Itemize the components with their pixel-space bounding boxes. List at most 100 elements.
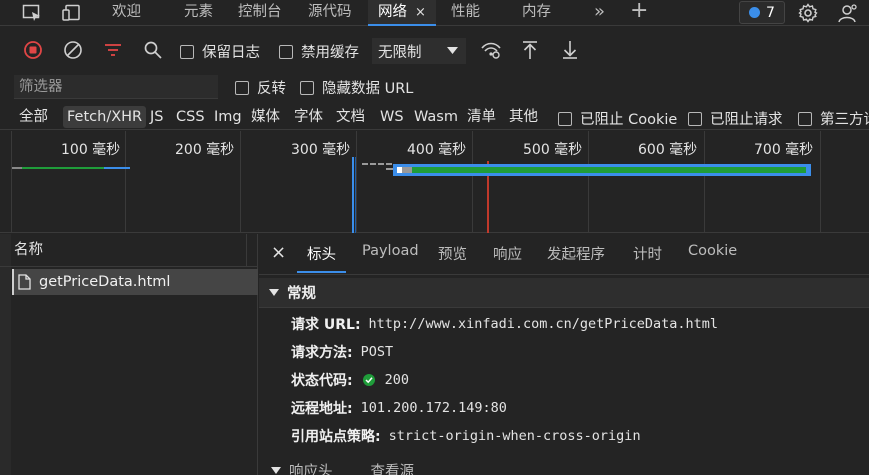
timeline-gridline xyxy=(588,131,589,233)
general-section-header[interactable]: 常规 xyxy=(259,278,869,308)
close-detail-icon[interactable]: × xyxy=(271,242,286,272)
status-code-label: 状态代码: xyxy=(291,373,353,389)
timeline-gridline xyxy=(472,131,473,233)
resource-type-filter: 全部 Fetch/XHR JS CSS Img 媒体 字体 文档 WS Wasm… xyxy=(0,104,869,130)
filter-icon[interactable] xyxy=(100,37,126,63)
type-img[interactable]: Img xyxy=(210,106,246,128)
referrer-policy-label: 引用站点策略: xyxy=(291,429,381,445)
tab-elements[interactable]: 元素 xyxy=(184,0,213,26)
type-wasm[interactable]: Wasm xyxy=(410,106,462,128)
type-media[interactable]: 媒体 xyxy=(247,106,284,128)
view-source-link[interactable]: 查看源 xyxy=(371,460,415,475)
preserve-log-checkbox[interactable]: 保留日志 xyxy=(180,41,260,62)
customize-devtools-icon[interactable] xyxy=(836,2,860,24)
status-ok-icon xyxy=(362,374,375,386)
type-fetch-xhr[interactable]: Fetch/XHR xyxy=(63,106,147,128)
throttling-select[interactable]: 无限制 xyxy=(372,38,466,64)
expand-triangle-icon xyxy=(269,289,279,296)
settings-gear-icon[interactable] xyxy=(796,2,820,24)
close-tab-icon[interactable]: × xyxy=(415,5,426,20)
request-method-row: 请求方法: POST xyxy=(291,342,393,362)
request-timing-bar xyxy=(402,167,412,173)
type-all[interactable]: 全部 xyxy=(15,106,52,128)
blocked-requests-checkbox[interactable]: 已阻止请求 xyxy=(688,108,783,129)
request-row[interactable]: getPriceData.html xyxy=(12,269,258,295)
type-manifest[interactable]: 清单 xyxy=(463,106,500,128)
third-party-label: 第三方请 xyxy=(820,112,869,128)
timeline-tick-label: 100 毫秒 xyxy=(61,142,121,158)
timeline-bar xyxy=(12,167,22,169)
tab-initiator[interactable]: 发起程序 xyxy=(547,243,605,273)
filter-row: 反转 隐藏数据 URL xyxy=(0,74,869,100)
hide-data-url-box[interactable] xyxy=(300,80,314,95)
column-divider[interactable] xyxy=(246,234,247,267)
issues-count: 7 xyxy=(766,4,775,21)
timeline-gridline xyxy=(356,131,357,233)
tab-network[interactable]: 网络 × xyxy=(368,0,436,26)
tab-console[interactable]: 控制台 xyxy=(238,0,282,26)
inspect-element-icon[interactable] xyxy=(20,2,44,24)
add-tab-icon[interactable]: + xyxy=(630,0,648,24)
dom-content-loaded-marker xyxy=(352,157,354,233)
tab-welcome[interactable]: 欢迎 xyxy=(112,0,141,26)
timeline-gridline xyxy=(125,131,126,233)
tab-response[interactable]: 响应 xyxy=(493,243,522,273)
device-toolbar-icon[interactable] xyxy=(60,2,84,24)
filter-input[interactable] xyxy=(14,75,218,99)
search-icon[interactable] xyxy=(140,37,166,63)
hide-data-url-checkbox[interactable]: 隐藏数据 URL xyxy=(300,77,413,98)
response-headers-section-header[interactable]: 响应头 查看源 xyxy=(259,460,869,475)
type-other[interactable]: 其他 xyxy=(505,106,542,128)
tab-sources[interactable]: 源代码 xyxy=(308,0,352,26)
more-tabs-icon[interactable]: » xyxy=(594,0,605,25)
tab-performance[interactable]: 性能 xyxy=(451,0,480,26)
throttling-value: 无限制 xyxy=(378,44,422,61)
clear-log-icon[interactable] xyxy=(60,37,86,63)
response-headers-title: 响应头 xyxy=(289,463,333,475)
type-js[interactable]: JS xyxy=(146,106,167,128)
timeline-tick-label: 300 毫秒 xyxy=(291,142,351,158)
tab-headers[interactable]: 标头 xyxy=(297,243,346,273)
remote-address-label: 远程地址: xyxy=(291,401,353,417)
blocked-cookies-checkbox[interactable]: 已阻止 Cookie xyxy=(558,108,677,129)
timeline-bar xyxy=(104,167,130,169)
request-name: getPriceData.html xyxy=(39,274,171,290)
stop-recording-icon[interactable] xyxy=(20,37,46,63)
type-doc[interactable]: 文档 xyxy=(332,106,369,128)
import-har-icon[interactable] xyxy=(517,37,543,63)
tab-timing[interactable]: 计时 xyxy=(633,243,662,273)
export-har-icon[interactable] xyxy=(557,37,583,63)
tab-cookies[interactable]: Cookie xyxy=(688,243,737,273)
tab-payload[interactable]: Payload xyxy=(362,243,419,273)
timeline-overview[interactable]: 100 毫秒 200 毫秒 300 毫秒 400 毫秒 500 毫秒 600 毫… xyxy=(0,131,869,233)
blocked-requests-label: 已阻止请求 xyxy=(710,112,783,128)
disable-cache-box[interactable] xyxy=(279,44,293,59)
timeline-gridline xyxy=(820,131,821,233)
column-header-name[interactable]: 名称 xyxy=(0,234,257,267)
hide-data-url-label: 隐藏数据 URL xyxy=(322,81,414,97)
tab-memory[interactable]: 内存 xyxy=(522,0,551,26)
request-list: 名称 getPriceData.html xyxy=(0,234,258,475)
type-ws[interactable]: WS xyxy=(376,106,408,128)
blocked-requests-box[interactable] xyxy=(688,111,702,126)
blocked-cookies-label: 已阻止 Cookie xyxy=(580,112,678,128)
third-party-box[interactable] xyxy=(798,111,812,126)
network-toolbar: 保留日志 禁用缓存 无限制 xyxy=(0,33,869,67)
type-font[interactable]: 字体 xyxy=(290,106,327,128)
disable-cache-checkbox[interactable]: 禁用缓存 xyxy=(279,41,359,62)
third-party-checkbox[interactable]: 第三方请 xyxy=(798,108,869,129)
invert-box[interactable] xyxy=(235,80,249,95)
document-icon xyxy=(18,274,31,290)
type-css[interactable]: CSS xyxy=(172,106,209,128)
invert-checkbox[interactable]: 反转 xyxy=(235,77,286,98)
dom-content-loaded-marker xyxy=(355,157,356,233)
request-url-label: 请求 URL: xyxy=(291,317,361,333)
issues-badge[interactable]: 7 xyxy=(739,1,785,24)
blocked-cookies-box[interactable] xyxy=(558,111,572,126)
timeline-bar xyxy=(22,167,104,169)
request-detail: × 标头 Payload 预览 响应 发起程序 计时 Cookie 常规 请求 … xyxy=(259,234,869,475)
network-conditions-icon[interactable] xyxy=(478,37,504,63)
preserve-log-box[interactable] xyxy=(180,44,194,59)
timeline-gridline xyxy=(704,131,705,233)
tab-preview[interactable]: 预览 xyxy=(438,243,467,273)
